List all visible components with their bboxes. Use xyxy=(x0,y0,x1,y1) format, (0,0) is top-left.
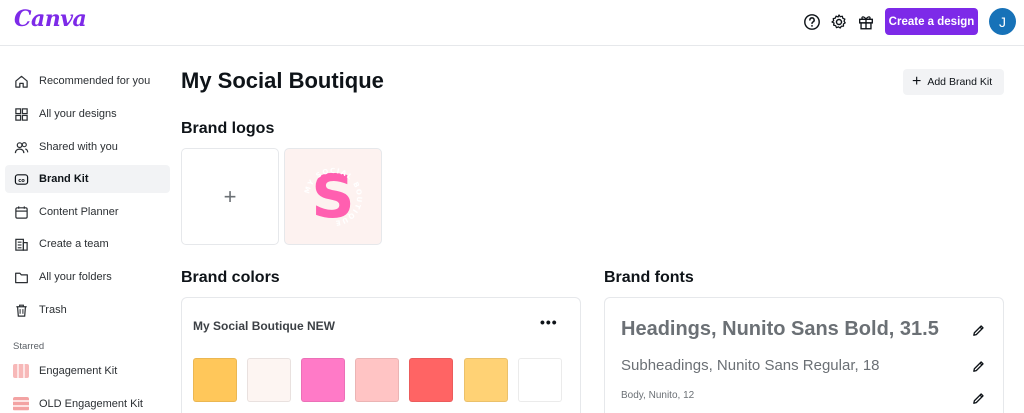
sidebar-item-create-team[interactable]: Create a team xyxy=(5,230,170,258)
sidebar-item-folders[interactable]: All your folders xyxy=(5,263,170,291)
pencil-icon[interactable] xyxy=(969,389,987,407)
color-swatch[interactable] xyxy=(193,358,237,402)
grid-icon xyxy=(13,106,29,122)
sidebar-item-label: Shared with you xyxy=(39,141,118,153)
calendar-icon xyxy=(13,204,29,220)
pencil-icon[interactable] xyxy=(969,357,987,375)
brand-colors-heading: Brand colors xyxy=(181,269,280,286)
gift-icon[interactable] xyxy=(855,11,877,33)
sidebar-item-label: Content Planner xyxy=(39,206,119,218)
sidebar-item-label: All your designs xyxy=(39,108,117,120)
sidebar-item-shared[interactable]: Shared with you xyxy=(5,133,170,161)
sidebar-item-label: Recommended for you xyxy=(39,75,151,87)
sidebar-item-content-planner[interactable]: Content Planner xyxy=(5,198,170,226)
sidebar-item-trash[interactable]: Trash xyxy=(5,296,170,324)
sidebar: Recommended for you All your designs Sha… xyxy=(0,47,176,413)
body-font[interactable]: Body, Nunito, 12 xyxy=(621,390,694,401)
top-bar: Canva Create a design J xyxy=(0,0,1024,46)
subheading-font[interactable]: Subheadings, Nunito Sans Regular, 18 xyxy=(621,357,880,374)
brand-logo-image: S MY SOCIAL BOUTIQUE xyxy=(303,162,362,232)
team-icon xyxy=(13,236,29,252)
plus-icon: + xyxy=(223,183,237,209)
folder-icon xyxy=(13,269,29,285)
sidebar-item-brand-kit[interactable]: co Brand Kit xyxy=(5,165,170,193)
add-brand-kit-label: Add Brand Kit xyxy=(927,76,993,88)
brand-fonts-card: Headings, Nunito Sans Bold, 31.5 Subhead… xyxy=(604,297,1004,413)
sidebar-item-all-designs[interactable]: All your designs xyxy=(5,100,170,128)
color-swatch[interactable] xyxy=(518,358,562,402)
trash-icon xyxy=(13,302,29,318)
home-icon xyxy=(13,73,29,89)
plus-icon: + xyxy=(912,73,922,90)
design-thumbnail-icon xyxy=(13,363,29,379)
color-swatch[interactable] xyxy=(355,358,399,402)
sidebar-item-label: Engagement Kit xyxy=(39,365,118,377)
page-title: My Social Boutique xyxy=(181,68,384,93)
starred-item-engagement-kit[interactable]: Engagement Kit xyxy=(5,357,170,385)
color-swatch[interactable] xyxy=(464,358,508,402)
more-options-icon[interactable]: ••• xyxy=(540,314,562,332)
add-brand-kit-button[interactable]: + Add Brand Kit xyxy=(903,69,1004,95)
sidebar-item-recommended[interactable]: Recommended for you xyxy=(5,67,170,95)
sidebar-item-label: All your folders xyxy=(39,271,112,283)
add-logo-button[interactable]: + xyxy=(181,148,279,245)
canva-logo[interactable]: Canva xyxy=(14,6,87,32)
settings-icon[interactable] xyxy=(828,11,850,33)
design-thumbnail-icon xyxy=(13,396,29,412)
sidebar-item-label: Brand Kit xyxy=(39,173,89,185)
brand-logos-heading: Brand logos xyxy=(181,120,275,137)
sidebar-item-label: Trash xyxy=(39,304,67,316)
color-swatch[interactable] xyxy=(409,358,453,402)
create-design-button[interactable]: Create a design xyxy=(885,8,978,35)
svg-text:co: co xyxy=(18,177,25,183)
brand-kit-icon: co xyxy=(13,171,29,187)
color-swatch[interactable] xyxy=(247,358,291,402)
starred-heading: Starred xyxy=(13,341,45,352)
color-swatch[interactable] xyxy=(301,358,345,402)
starred-item-old-engagement-kit[interactable]: OLD Engagement Kit xyxy=(5,390,170,413)
brand-logo-tile[interactable]: S MY SOCIAL BOUTIQUE xyxy=(284,148,382,245)
avatar[interactable]: J xyxy=(989,8,1016,35)
palette-name[interactable]: My Social Boutique NEW xyxy=(193,319,335,333)
heading-font[interactable]: Headings, Nunito Sans Bold, 31.5 xyxy=(621,318,939,341)
pencil-icon[interactable] xyxy=(969,321,987,339)
brand-colors-card: My Social Boutique NEW ••• xyxy=(181,297,581,413)
help-icon[interactable] xyxy=(801,11,823,33)
sidebar-item-label: OLD Engagement Kit xyxy=(39,398,143,410)
sidebar-item-label: Create a team xyxy=(39,238,109,250)
brand-fonts-heading: Brand fonts xyxy=(604,269,694,286)
people-icon xyxy=(13,139,29,155)
